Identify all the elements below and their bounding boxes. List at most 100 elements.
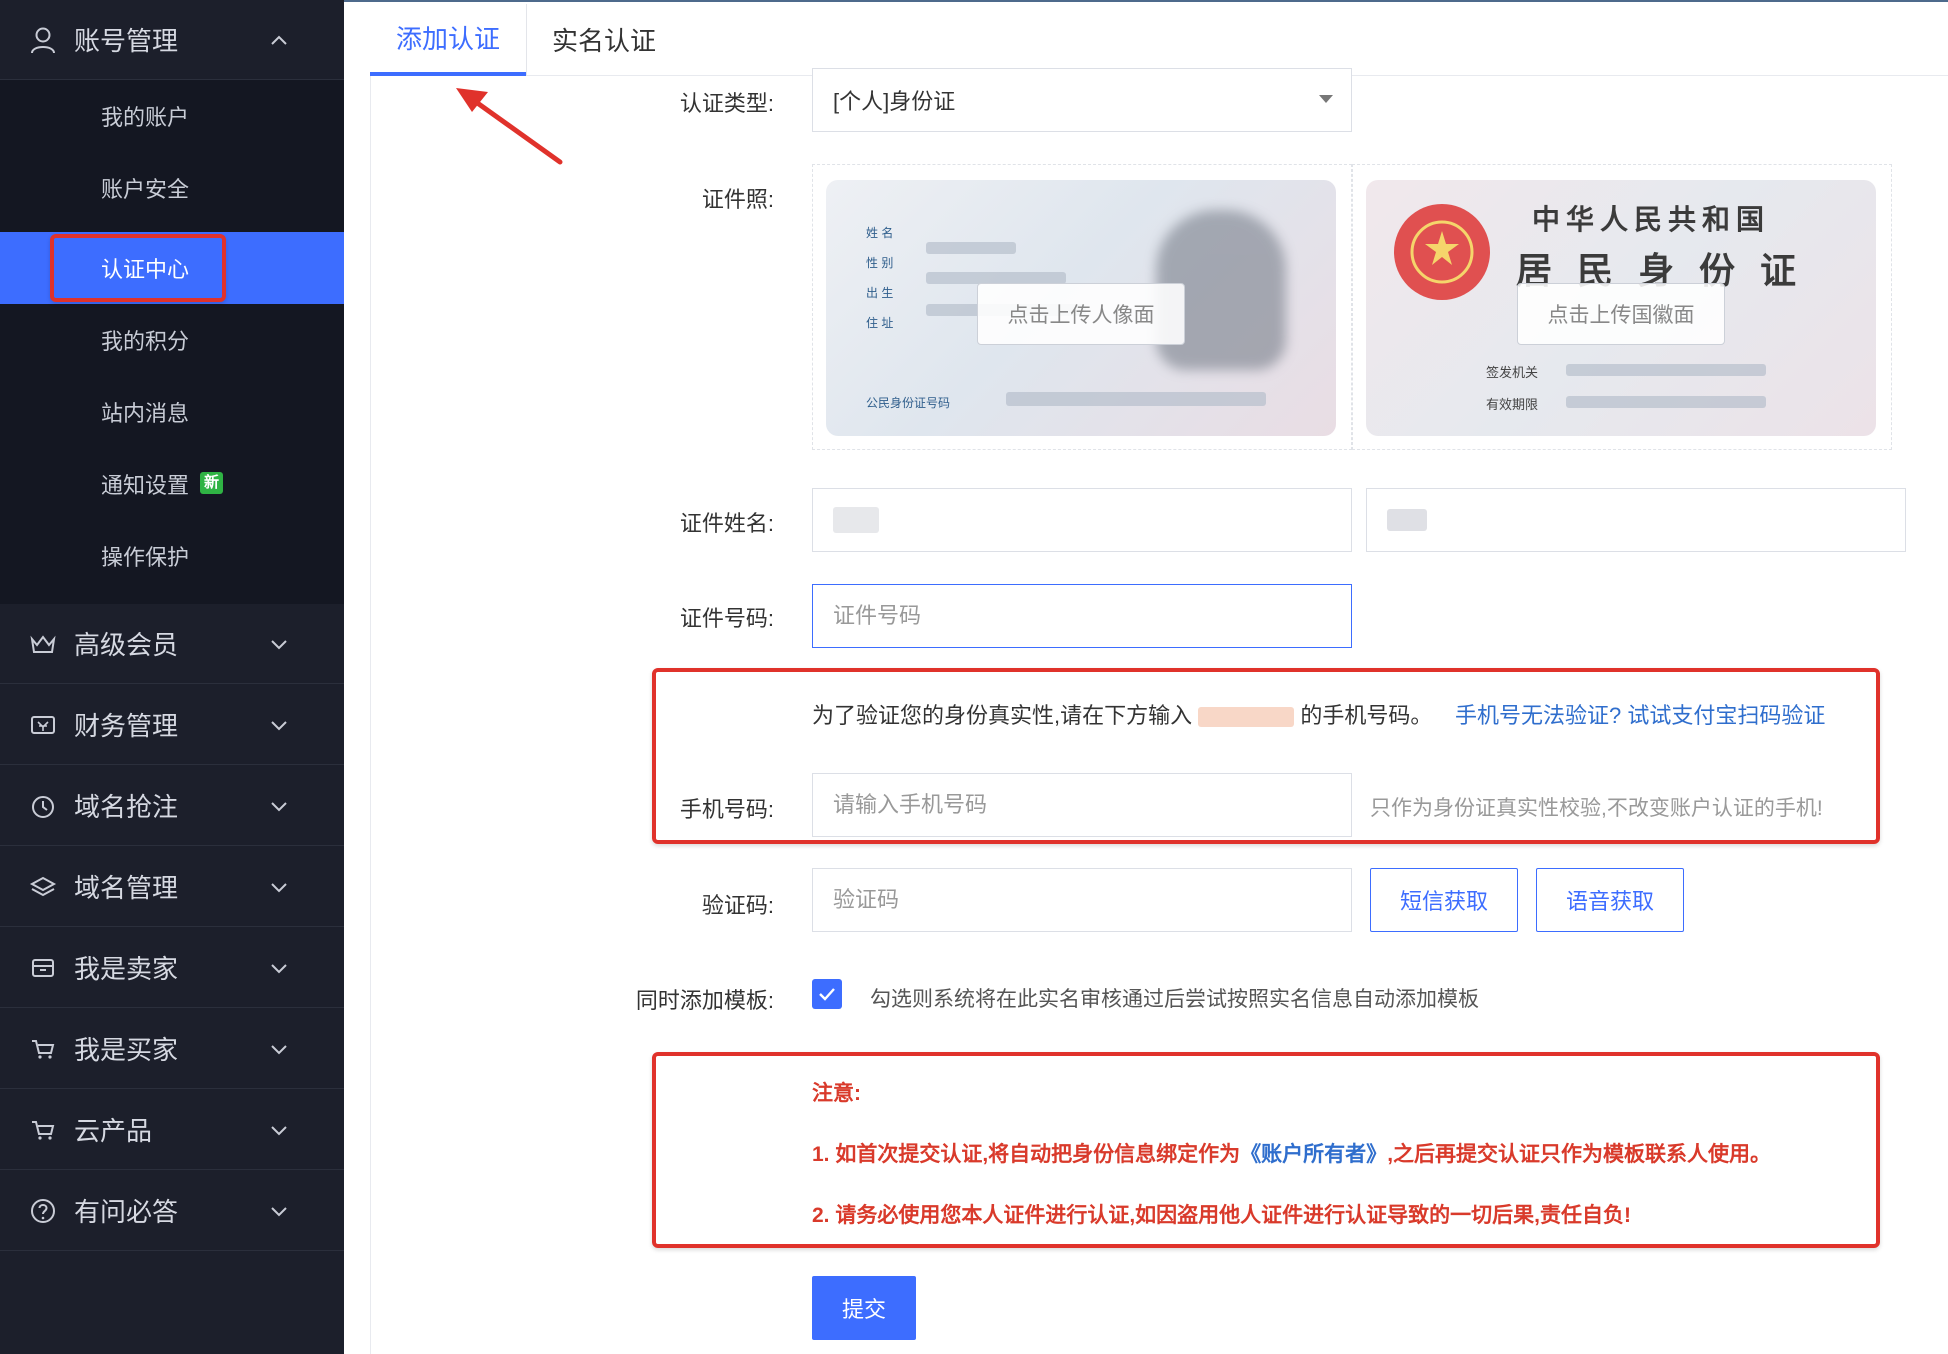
code-label: 验证码: [701, 893, 774, 918]
sidebar-item-messages[interactable]: 站内消息 [0, 376, 344, 448]
account-submenu: 我的账户 账户安全 认证中心 我的积分 站内消息 通知设置新 操作保护 [0, 80, 344, 604]
chevron-up-icon [268, 29, 290, 51]
sidebar-group-domain-backorder[interactable]: 域名抢注 [0, 766, 344, 846]
chevron-down-icon [268, 714, 290, 736]
card-field-id-number: 公民身份证号码 [866, 396, 951, 410]
caret-down-icon [1319, 95, 1333, 103]
card-field-address: 住 址 [866, 316, 894, 330]
sidebar-group-account[interactable]: 账号管理 [0, 0, 344, 80]
alipay-verify-link[interactable]: 手机号无法验证? 试试支付宝扫码验证 [1455, 698, 1825, 730]
sidebar-item-label: 我的账户 [101, 105, 190, 130]
sidebar-group-label: 域名抢注 [74, 792, 179, 822]
name-input[interactable] [812, 488, 1352, 552]
sidebar-item-operation-protection[interactable]: 操作保护 [0, 520, 344, 592]
verify-text-post: 的手机号码。 [1300, 703, 1433, 728]
sidebar-item-label: 我的积分 [101, 329, 190, 354]
sidebar-group-label: 账号管理 [74, 26, 179, 56]
ticket-icon [28, 710, 58, 740]
chevron-down-icon [268, 876, 290, 898]
sidebar-group-label: 我是买家 [74, 1035, 179, 1065]
name-input-secondary[interactable] [1366, 488, 1906, 552]
type-label: 认证类型: [679, 91, 774, 116]
user-icon [28, 25, 58, 55]
card-back-field-validity: 有效期限 [1486, 397, 1539, 412]
blurred-text [926, 242, 1016, 254]
blurred-text [1006, 392, 1266, 406]
template-description: 勾选则系统将在此实名审核通过后尝试按照实名信息自动添加模板 [870, 988, 1479, 1011]
card-back-field-issuer: 签发机关 [1486, 365, 1539, 380]
sidebar-item-verification-center[interactable]: 认证中心 [0, 232, 344, 304]
sidebar-item-label: 账户安全 [101, 177, 190, 202]
code-input[interactable] [812, 868, 1352, 932]
sidebar-group-label: 云产品 [74, 1116, 153, 1146]
sidebar-item-account-security[interactable]: 账户安全 [0, 152, 344, 224]
sidebar-item-label: 站内消息 [101, 401, 190, 426]
account-owner-link[interactable]: 《账户所有者》 [1240, 1143, 1387, 1166]
sidebar-item-notification-settings[interactable]: 通知设置新 [0, 448, 344, 520]
cart-icon [28, 1115, 58, 1145]
chevron-down-icon [268, 633, 290, 655]
chevron-down-icon [268, 1038, 290, 1060]
type-select[interactable]: [个人]身份证 [812, 68, 1352, 132]
id-number-label: 证件号码: [679, 606, 774, 631]
sidebar-item-label: 操作保护 [101, 545, 190, 570]
notice-item-1: 1. 如首次提交认证,将自动把身份信息绑定作为《账户所有者》,之后再提交认证只作… [812, 1138, 1771, 1168]
sidebar-group-seller[interactable]: 我是卖家 [0, 928, 344, 1008]
tab-real-name[interactable]: 实名认证 [526, 2, 682, 76]
notice-1-text: 1. 如首次提交认证,将自动把身份信息绑定作为 [812, 1143, 1241, 1166]
chevron-down-icon [268, 1200, 290, 1222]
id-number-input[interactable] [812, 584, 1352, 648]
blurred-name [1198, 707, 1295, 728]
sms-code-button[interactable]: 短信获取 [1370, 868, 1518, 932]
verify-instruction: 为了验证您的身份真实性,请在下方输入 的手机号码。 [812, 698, 1432, 730]
chevron-down-icon [268, 1119, 290, 1141]
sidebar-group-label: 财务管理 [74, 711, 179, 741]
sidebar-item-my-account[interactable]: 我的账户 [0, 80, 344, 152]
card-field-name: 姓 名 [866, 226, 894, 240]
clock-icon [28, 791, 58, 821]
sidebar-item-my-points[interactable]: 我的积分 [0, 304, 344, 376]
crown-icon [28, 629, 58, 659]
cart-icon [28, 1034, 58, 1064]
sidebar-group-cloud-products[interactable]: 云产品 [0, 1090, 344, 1170]
national-emblem [1394, 204, 1490, 300]
verify-text-pre: 为了验证您的身份真实性,请在下方输入 [812, 703, 1193, 728]
template-checkbox[interactable] [812, 979, 842, 1009]
sidebar-item-label: 通知设置 [101, 473, 190, 498]
upload-back-button[interactable]: 点击上传国徽面 [1517, 283, 1725, 345]
card-back-title: 中华人民共和国 [1532, 205, 1771, 236]
blurred-text [1566, 364, 1766, 376]
sidebar-group-premium[interactable]: 高级会员 [0, 604, 344, 684]
sidebar-group-domain-management[interactable]: 域名管理 [0, 847, 344, 927]
sidebar-group-faq[interactable]: 有问必答 [0, 1171, 344, 1251]
sidebar-group-finance[interactable]: 财务管理 [0, 685, 344, 765]
phone-field[interactable] [833, 792, 1351, 818]
phone-label: 手机号码: [679, 797, 774, 822]
blurred-name [1387, 509, 1427, 531]
code-field[interactable] [833, 887, 1351, 913]
upload-front-button[interactable]: 点击上传人像面 [977, 283, 1185, 345]
card-field-gender: 性 别 [866, 256, 894, 270]
id-number-field[interactable] [833, 603, 1351, 629]
tab-add-verification[interactable]: 添加认证 [370, 2, 526, 76]
tab-bar: 添加认证 实名认证 [370, 2, 1948, 76]
phone-input[interactable] [812, 773, 1352, 837]
name-label: 证件姓名: [679, 511, 774, 536]
sidebar-item-label: 认证中心 [101, 257, 190, 282]
notice-title: 注意: [812, 1082, 861, 1105]
type-select-value: [个人]身份证 [833, 89, 956, 114]
chevron-down-icon [268, 795, 290, 817]
voice-code-button[interactable]: 语音获取 [1536, 868, 1684, 932]
sidebar-group-label: 有问必答 [74, 1197, 179, 1227]
panel-border [370, 76, 371, 1354]
notice-1-text-post: ,之后再提交认证只作为模板联系人使用。 [1387, 1143, 1772, 1166]
submit-button[interactable]: 提交 [812, 1276, 916, 1340]
question-icon [28, 1196, 58, 1226]
sidebar-group-buyer[interactable]: 我是买家 [0, 1009, 344, 1089]
photo-label: 证件照: [701, 187, 774, 212]
new-badge: 新 [200, 472, 224, 494]
sidebar: 账号管理 我的账户 账户安全 认证中心 我的积分 站内消息 通知设置新 操作保护… [0, 0, 344, 1354]
blurred-name [833, 507, 879, 533]
sidebar-group-label: 我是卖家 [74, 954, 179, 984]
store-icon [28, 953, 58, 983]
